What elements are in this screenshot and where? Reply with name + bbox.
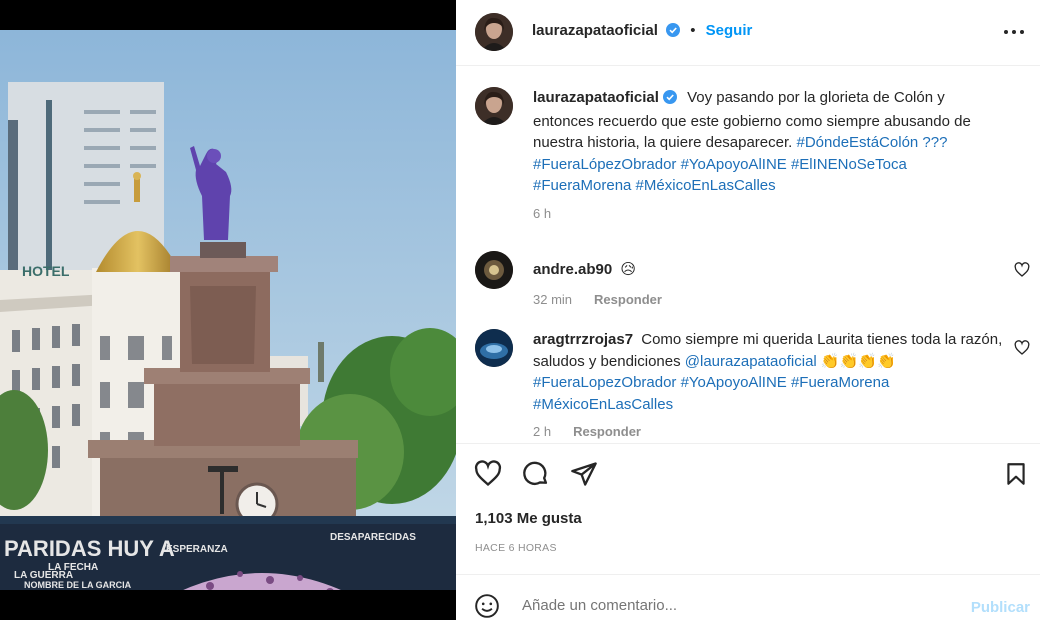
header-user-line: laurazapataoficial • Seguir [532,22,752,41]
post-header: laurazapataoficial • Seguir [456,0,1040,66]
hotel-sign: HOTEL [22,263,70,279]
reply-button[interactable]: Responder [594,292,662,307]
comment-meta: 32 min Responder [533,289,1003,311]
comment-mention[interactable]: @laurazapataoficial [685,353,817,370]
banner-text-1: PARIDAS HUY A [4,536,175,561]
comment-age: 2 h [533,424,552,439]
comment-username[interactable]: aragtrrzrojas7 [533,331,633,348]
comment-composer: Publicar [456,574,1040,620]
verified-badge-icon [666,23,681,41]
publish-button[interactable]: Publicar [971,599,1030,616]
comment-body: aragtrrzrojas7 Como siempre mi querida L… [533,329,1003,443]
comment-like-heart-icon[interactable] [1014,340,1032,358]
post-photo[interactable]: HOTEL PARIDAS HUY A ESPERANZA LA FECHA L… [0,0,456,620]
comment-emoji: 👏👏👏👏 [820,352,896,370]
comment-username[interactable]: andre.ab90 [533,261,612,278]
follow-button[interactable]: Seguir [706,22,753,39]
author-username[interactable]: laurazapataoficial [532,22,658,39]
post-timestamp: HACE 6 HORAS [475,542,557,554]
comment-input[interactable] [522,597,942,614]
comment-like-heart-icon[interactable] [1014,262,1032,280]
post-details-panel: laurazapataoficial • Seguir laurazapatao… [456,0,1040,620]
more-options-icon[interactable] [1002,22,1026,42]
author-avatar[interactable] [475,13,513,51]
emoji-icon[interactable] [474,593,500,620]
banner-text-2: ESPERANZA [166,544,228,555]
banner-text-6: NOMBRE DE LA GARCIA [24,580,132,590]
post-actions-bar [456,443,1040,505]
bookmark-icon[interactable] [1000,458,1032,490]
comments-section[interactable]: laurazapataoficial Voy pasando por la gl… [456,67,1040,443]
comment-emoji: 😥 [620,261,637,278]
header-separator: • [690,22,696,39]
share-icon[interactable] [568,458,600,490]
comment-icon[interactable] [520,458,552,490]
post-photo-scene: HOTEL PARIDAS HUY A ESPERANZA LA FECHA L… [0,0,456,620]
caption-author-avatar[interactable] [475,87,513,125]
likes-count[interactable]: 1,103 Me gusta [475,510,582,527]
caption-age: 6 h [533,205,552,221]
heart-icon[interactable] [472,458,504,490]
comment-meta: 2 h Responder [533,421,1003,443]
caption-username[interactable]: laurazapataoficial [533,89,659,106]
reply-button[interactable]: Responder [573,424,641,439]
banner-text-5: DESAPARECIDAS [330,532,416,543]
comment-avatar[interactable] [475,329,513,367]
verified-badge-icon [662,89,677,111]
comment-avatar[interactable] [475,251,513,289]
comment-age: 32 min [533,291,573,307]
caption-body: laurazapataoficial Voy pasando por la gl… [533,87,1003,224]
comment-body: andre.ab90 😥 32 min Responder [533,259,1003,310]
comment-hashtags[interactable]: #FueraLopezObrador #YoApoyoAlINE #FueraM… [533,374,889,413]
